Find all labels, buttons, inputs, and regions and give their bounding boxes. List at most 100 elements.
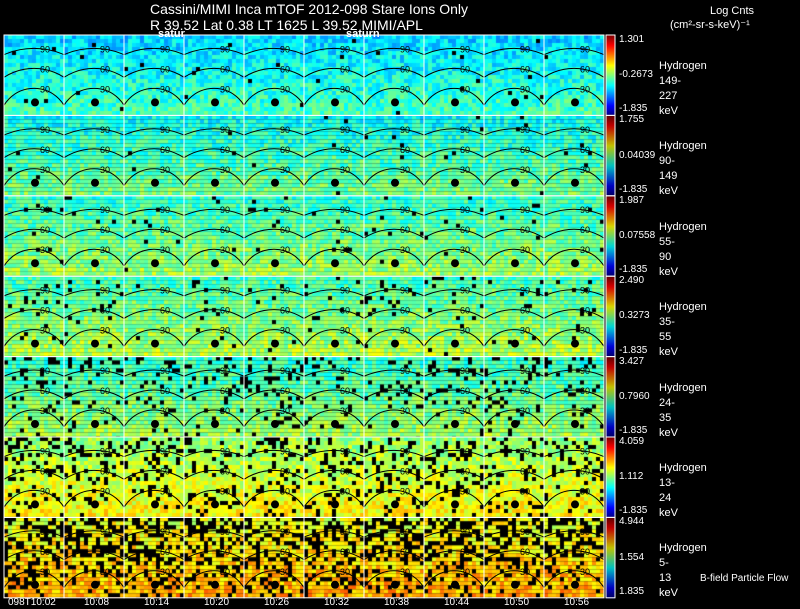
pitch-angle-arc bbox=[4, 289, 64, 297]
arc-label: 60 bbox=[100, 225, 110, 235]
saturn-marker-icon bbox=[31, 580, 39, 589]
saturn-overlay-label: satur bbox=[158, 28, 185, 40]
arc-label: 30 bbox=[100, 245, 110, 255]
arc-label: 60 bbox=[220, 145, 230, 155]
arc-label: 60 bbox=[40, 225, 50, 235]
saturn-marker-icon bbox=[331, 420, 339, 428]
arc-label: 90 bbox=[580, 527, 590, 537]
arc-label: 60 bbox=[40, 145, 50, 155]
bfield-legend: B-field Particle Flow bbox=[700, 573, 789, 584]
arc-label: 30 bbox=[520, 326, 530, 336]
saturn-marker-icon bbox=[451, 580, 459, 589]
arc-label: 60 bbox=[160, 225, 170, 235]
arc-label: 60 bbox=[280, 225, 290, 235]
arc-label: 30 bbox=[160, 486, 170, 496]
time-tick-label: 10:32 bbox=[324, 597, 350, 608]
arc-label: 60 bbox=[40, 306, 50, 316]
arc-label: 90 bbox=[40, 366, 50, 376]
arc-label: 60 bbox=[460, 547, 470, 557]
arc-label: 60 bbox=[520, 547, 530, 557]
panel-arcs: 30 60 90 bbox=[4, 44, 64, 107]
arc-label: 60 bbox=[280, 64, 290, 74]
arc-label: 90 bbox=[40, 286, 50, 296]
arc-label: 60 bbox=[280, 466, 290, 476]
colorbar-max-label: 1.755 bbox=[619, 114, 645, 126]
arc-label: 60 bbox=[340, 64, 350, 74]
arc-label: 30 bbox=[400, 486, 410, 496]
arc-label: 60 bbox=[100, 145, 110, 155]
arc-label: 90 bbox=[220, 44, 230, 54]
arc-label: 60 bbox=[220, 306, 230, 316]
saturn-marker-icon bbox=[271, 178, 279, 187]
arc-label: 90 bbox=[460, 527, 470, 537]
saturn-marker-icon bbox=[31, 178, 39, 187]
arc-label: 90 bbox=[580, 205, 590, 215]
arc-label: 90 bbox=[100, 125, 110, 135]
arc-label: 30 bbox=[280, 84, 290, 94]
colorbar-min-label: -1.835 bbox=[619, 425, 648, 436]
arc-label: 60 bbox=[160, 466, 170, 476]
pitch-angle-arc bbox=[4, 208, 64, 217]
arc-label: 30 bbox=[340, 245, 350, 255]
arc-label: 30 bbox=[400, 326, 410, 336]
arc-label: 30 bbox=[160, 84, 170, 94]
colorbar-min-label: 1.835 bbox=[619, 585, 645, 597]
arc-label: 30 bbox=[280, 406, 290, 416]
arc-label: 90 bbox=[460, 44, 470, 54]
arc-label: 90 bbox=[340, 125, 350, 135]
time-tick-label: 098T10:02 bbox=[8, 597, 56, 608]
saturn-marker-icon bbox=[511, 500, 519, 509]
arc-label: 30 bbox=[460, 486, 470, 496]
arc-label: 60 bbox=[400, 64, 410, 74]
arc-label: 90 bbox=[520, 205, 530, 215]
colorbar bbox=[605, 275, 616, 358]
arc-label: 30 bbox=[460, 84, 470, 94]
saturn-marker-icon bbox=[91, 178, 99, 187]
colorbar-units-expression: (cm²-sr-s-keV)⁻¹ bbox=[670, 19, 750, 31]
arc-label: 60 bbox=[280, 306, 290, 316]
saturn-marker-icon bbox=[451, 178, 459, 187]
arc-label: 90 bbox=[160, 446, 170, 456]
arc-label: 60 bbox=[580, 225, 590, 235]
arc-label: 30 bbox=[160, 567, 170, 577]
arc-label: 90 bbox=[280, 446, 290, 456]
row-species-label: Hydrogen bbox=[659, 542, 707, 555]
arc-label: 60 bbox=[400, 466, 410, 476]
arc-label: 30 bbox=[280, 326, 290, 336]
time-tick-label: 10:26 bbox=[264, 597, 290, 608]
time-tick-label: 10:50 bbox=[504, 597, 530, 608]
arc-label: 30 bbox=[220, 326, 230, 336]
row-energy-label: 55-90 keV bbox=[659, 235, 678, 278]
saturn-marker-icon bbox=[451, 420, 459, 428]
arc-label: 90 bbox=[460, 205, 470, 215]
arc-label: 30 bbox=[520, 84, 530, 94]
saturn-marker-icon bbox=[511, 420, 519, 428]
pitch-angle-arc bbox=[4, 47, 64, 56]
arc-label: 60 bbox=[100, 64, 110, 74]
arc-label: 60 bbox=[340, 145, 350, 155]
arc-label: 90 bbox=[160, 125, 170, 135]
row-species-label: Hydrogen bbox=[659, 60, 707, 72]
saturn-marker-icon bbox=[571, 339, 579, 348]
saturn-marker-icon bbox=[271, 339, 279, 348]
colorbar-min-label: -1.835 bbox=[619, 344, 648, 356]
arc-label: 30 bbox=[280, 486, 290, 496]
row-species-label: Hydrogen bbox=[659, 140, 707, 153]
row-species-label: Hydrogen bbox=[659, 381, 707, 394]
arc-label: 30 bbox=[340, 406, 350, 416]
arc-label: 90 bbox=[220, 527, 230, 537]
saturn-marker-icon bbox=[91, 500, 99, 509]
saturn-marker-icon bbox=[151, 98, 159, 107]
saturn-marker-icon bbox=[451, 500, 459, 509]
panel-arcs: 30 60 90 bbox=[4, 125, 64, 187]
arc-label: 30 bbox=[160, 165, 170, 175]
arc-label: 60 bbox=[160, 145, 170, 155]
arc-label: 60 bbox=[160, 547, 170, 557]
saturn-marker-icon bbox=[331, 339, 339, 348]
saturn-marker-icon bbox=[391, 259, 399, 268]
colorbar-units-label: Log Cnts bbox=[710, 5, 755, 17]
arc-label: 60 bbox=[460, 145, 470, 155]
saturn-marker-icon bbox=[211, 98, 219, 107]
row-energy-label: 5-13 keV bbox=[659, 557, 678, 600]
arc-label: 60 bbox=[520, 145, 530, 155]
